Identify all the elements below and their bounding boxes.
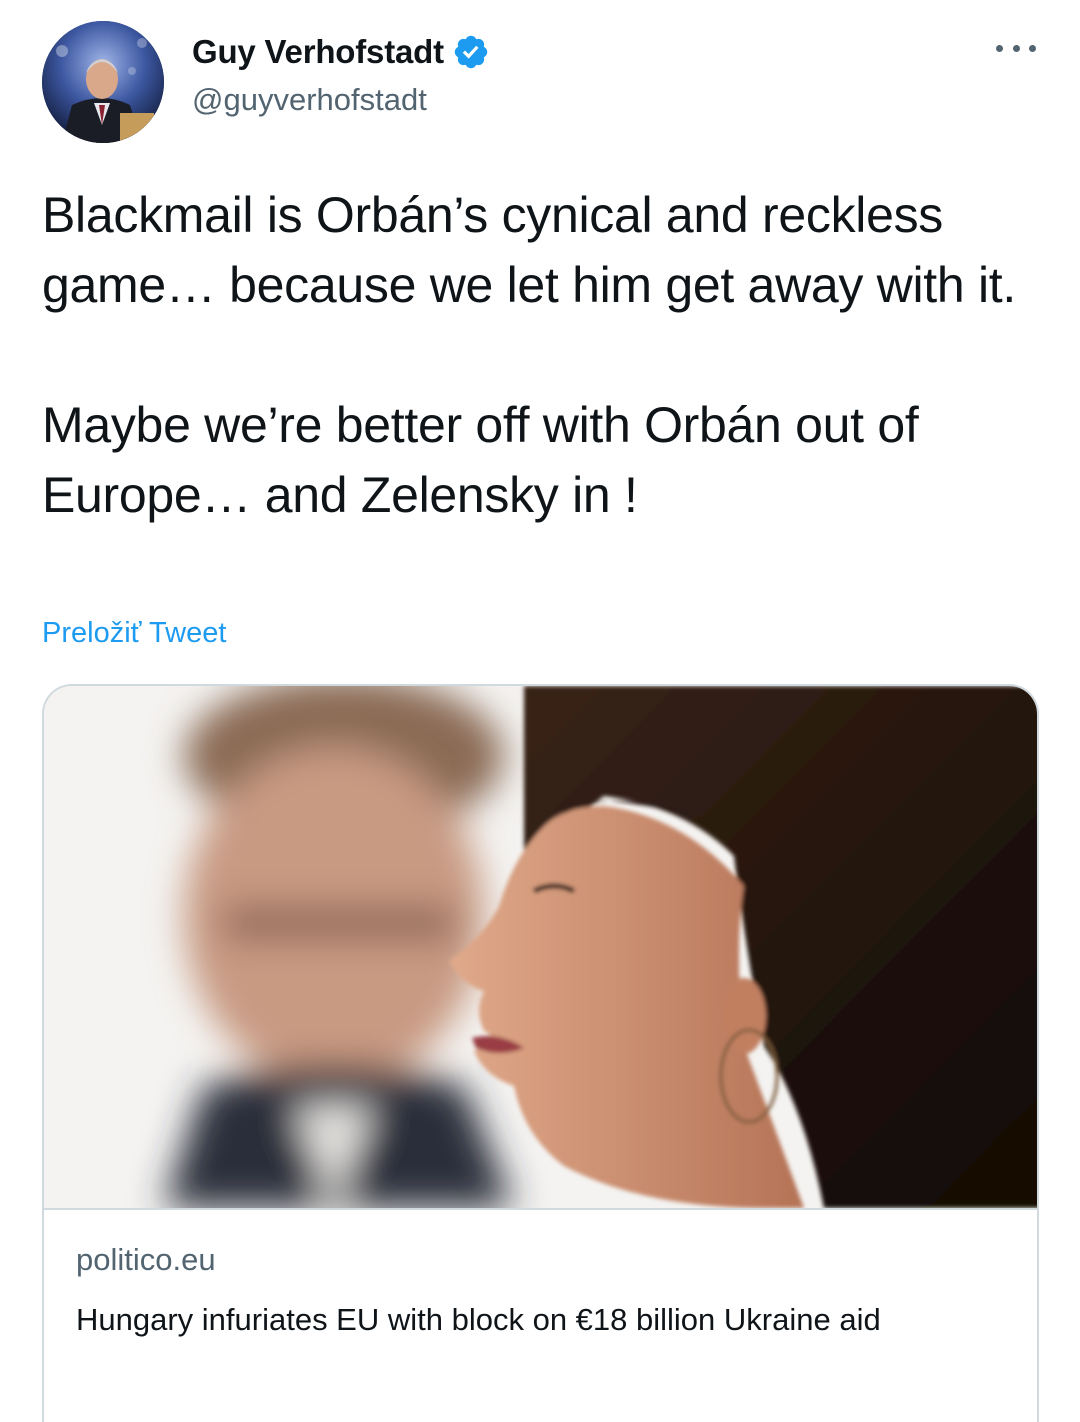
more-options-icon[interactable] <box>996 36 1036 60</box>
card-photo <box>44 686 1037 1208</box>
link-preview-card[interactable]: politico.eu Hungary infuriates EU with b… <box>42 684 1039 1422</box>
card-image[interactable] <box>44 686 1037 1208</box>
card-divider <box>44 1208 1037 1210</box>
author-handle[interactable]: @guyverhofstadt <box>192 82 427 118</box>
avatar-image <box>42 21 164 143</box>
card-domain[interactable]: politico.eu <box>76 1242 216 1278</box>
tweet-paragraph: Maybe we’re better off with Orbán out of… <box>42 397 919 523</box>
author-name-row[interactable]: Guy Verhofstadt <box>192 30 490 74</box>
tweet-paragraph: Blackmail is Orbán’s cynical and reckles… <box>42 187 1016 313</box>
dot <box>996 44 1003 52</box>
avatar[interactable] <box>42 21 164 143</box>
tweet: Guy Verhofstadt @guyverhofstadt Blackmai… <box>0 0 1080 1422</box>
author-name[interactable]: Guy Verhofstadt <box>192 33 444 71</box>
dot <box>1029 44 1036 52</box>
verified-badge-icon <box>452 33 490 71</box>
tweet-text: Blackmail is Orbán’s cynical and reckles… <box>42 180 1042 530</box>
dot <box>1012 44 1020 52</box>
translate-tweet-link[interactable]: Preložiť Tweet <box>42 617 226 650</box>
card-title[interactable]: Hungary infuriates EU with block on €18 … <box>76 1298 1016 1342</box>
